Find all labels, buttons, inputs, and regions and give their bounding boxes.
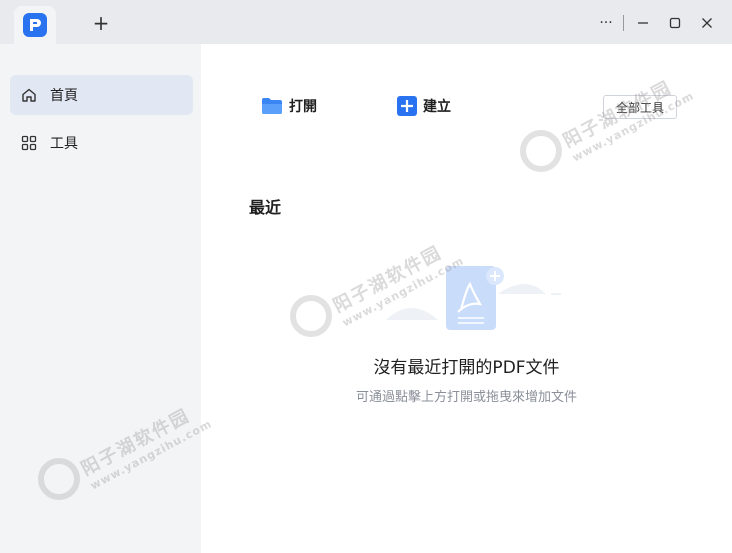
titlebar-divider [623, 15, 624, 31]
sidebar: 首頁 工具 [0, 44, 201, 553]
create-button[interactable]: 建立 [397, 96, 451, 116]
create-label: 建立 [423, 99, 451, 115]
more-button[interactable]: ··· [593, 10, 619, 36]
main-panel: 打開 建立 全部工具 最近 沒有最近打開的PDF文件 可通過點擊上方打開或拖曳來… [201, 44, 732, 553]
sidebar-item-label: 工具 [50, 136, 78, 152]
empty-pdf-illustration [386, 266, 561, 330]
plus-square-icon [397, 96, 417, 116]
app-tab[interactable] [14, 6, 56, 44]
minimize-button[interactable] [630, 10, 656, 36]
app-logo-icon [23, 13, 47, 37]
open-label: 打開 [289, 99, 317, 115]
maximize-button[interactable] [662, 10, 688, 36]
grid-icon [20, 134, 38, 152]
recent-heading: 最近 [249, 198, 282, 217]
title-bar: + ··· [0, 0, 732, 44]
sidebar-item-home[interactable]: 首頁 [10, 75, 193, 115]
sidebar-item-label: 首頁 [50, 88, 78, 104]
all-tools-button[interactable]: 全部工具 [603, 95, 677, 119]
close-button[interactable] [694, 10, 720, 36]
home-icon [20, 86, 38, 104]
empty-state-subtitle: 可通過點擊上方打開或拖曳來增加文件 [355, 390, 577, 405]
empty-state-title: 沒有最近打開的PDF文件 [373, 358, 560, 378]
open-button[interactable]: 打開 [261, 96, 317, 116]
folder-icon [261, 97, 283, 115]
new-tab-button[interactable]: + [90, 12, 112, 34]
sidebar-item-tools[interactable]: 工具 [10, 123, 193, 163]
